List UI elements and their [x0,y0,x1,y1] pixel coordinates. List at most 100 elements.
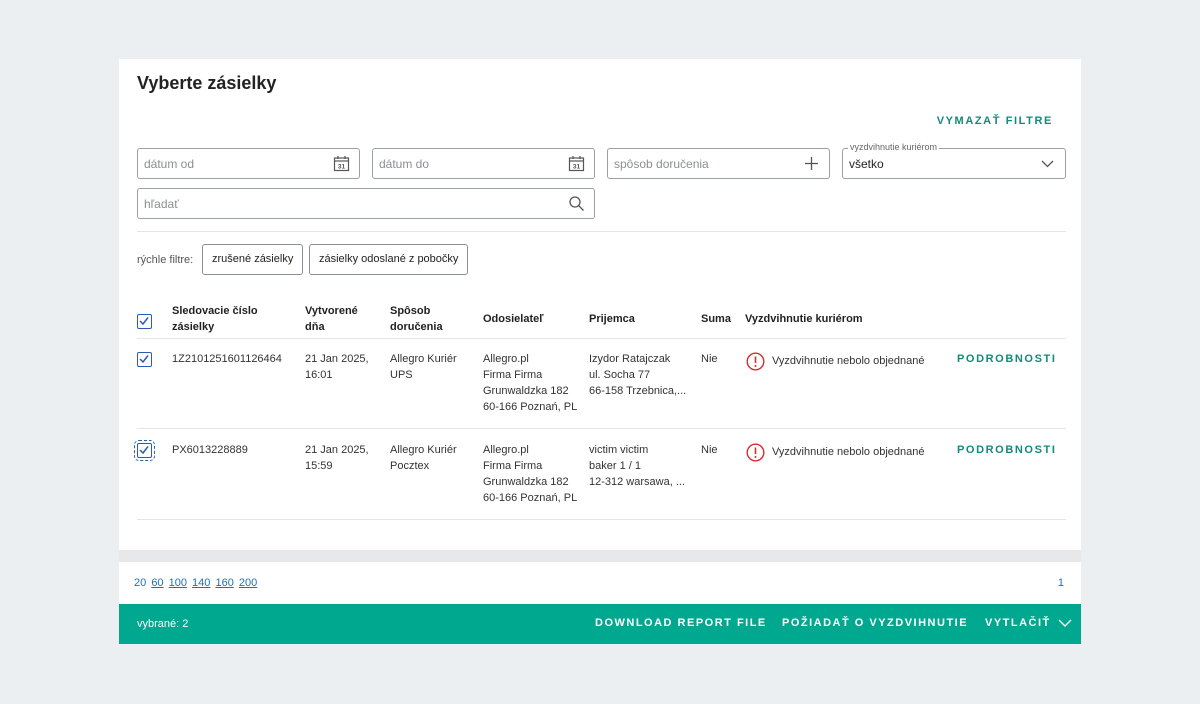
tracking-number: PX6013228889 [172,444,248,456]
header-divider [137,338,1066,339]
delivery-method-placeholder: spôsob doručenia [614,157,709,171]
sender-line: Grunwaldzka 182 [483,476,569,488]
header-sender[interactable]: Odosielateľ [483,311,543,327]
courier-pickup-legend: vyzdvihnutie kuriérom [848,142,940,152]
tracking-number: 1Z2101251601126464 [172,353,282,365]
amount-value: Nie [701,444,718,456]
checkbox-checked-icon [139,355,149,364]
date-to-placeholder: dátum do [379,157,430,171]
date-from-field[interactable]: dátum od 31 [137,148,360,179]
calendar-icon[interactable]: 31 [333,155,350,172]
header-tracking[interactable]: Sledovacie číslo zásielky [172,303,258,335]
header-tracking-line1: Sledovacie číslo [172,305,258,317]
selected-count: vybrané: 2 [137,618,189,630]
plus-icon[interactable] [803,155,820,172]
row-divider [137,519,1066,520]
quick-filter-cancelled[interactable]: zrušené zásielky [202,244,304,275]
page-size-option[interactable]: 60 [151,577,163,589]
page-size-option[interactable]: 100 [169,577,187,589]
recipient-line: victim victim [589,444,649,456]
header-delivery-line1: Spôsob [390,305,431,317]
details-link[interactable]: PODROBNOSTI [957,444,1057,456]
recipient-line: baker 1 / 1 [589,460,641,472]
delivery-method: Allegro Kuriér UPS [390,351,457,383]
search-icon[interactable] [568,195,585,212]
sender-line: 60-166 Poznań, PL [483,492,578,504]
details-link[interactable]: PODROBNOSTI [957,353,1057,365]
recipient-line: 66-158 Trzebnica,... [589,385,687,397]
row-checkbox[interactable] [134,440,155,461]
action-footer: vybrané: 2 DOWNLOAD REPORT FILE POŽIADAŤ… [119,604,1081,644]
header-delivery[interactable]: Spôsob doručenia [390,303,443,335]
svg-text:31: 31 [338,164,346,171]
courier-pickup-select[interactable]: vyzdvihnutie kuriérom všetko [842,142,1066,179]
recipient-address: victim victim baker 1 / 1 12-312 warsawa… [589,442,685,490]
warning-icon [746,443,765,462]
sender-address: Allegro.pl Firma Firma Grunwaldzka 182 6… [483,442,577,506]
checkbox-checked-icon [139,317,149,326]
page-size-options: 20 60 100 140 160 200 [134,577,259,589]
filter-divider [137,231,1066,232]
header-created[interactable]: Vytvorené dňa [305,303,358,335]
row-checkbox[interactable] [137,352,152,367]
created-date-line: 21 Jan 2025, [305,353,369,365]
sender-address: Allegro.pl Firma Firma Grunwaldzka 182 6… [483,351,577,415]
search-input[interactable]: hľadať [137,188,595,219]
courier-pickup-value: všetko [849,157,884,171]
page-title: Vyberte zásielky [137,73,277,93]
section-gap [119,550,1081,562]
header-tracking-line2: zásielky [172,321,215,333]
checkbox-checked-icon [139,446,149,455]
delivery-method: Allegro Kuriér Pocztex [390,442,457,474]
download-report-button[interactable]: DOWNLOAD REPORT FILE [595,617,767,629]
date-to-field[interactable]: dátum do 31 [372,148,595,179]
page-size-option[interactable]: 200 [239,577,257,589]
created-date: 21 Jan 2025, 16:01 [305,351,369,383]
pickup-status: Vyzdvihnutie nebolo objednané [772,355,925,367]
delivery-method-field[interactable]: spôsob doručenia [607,148,830,179]
created-date: 21 Jan 2025, 15:59 [305,442,369,474]
quick-filters-label: rýchle filtre: [137,254,194,266]
header-created-line1: Vytvorené [305,305,358,317]
header-created-line2: dňa [305,321,325,333]
date-from-placeholder: dátum od [144,157,195,171]
header-amount[interactable]: Suma [701,311,731,327]
warning-icon [746,352,765,371]
sender-line: Firma Firma [483,369,543,381]
select-all-checkbox[interactable] [137,314,152,329]
page-size-option[interactable]: 160 [215,577,233,589]
shipment-selection-panel: Vyberte zásielky VYMAZAŤ FILTRE dátum od… [119,59,1081,550]
pickup-status: Vyzdvihnutie nebolo objednané [772,446,925,458]
amount-value: Nie [701,353,718,365]
header-pickup[interactable]: Vyzdvihnutie kuriérom [745,311,863,327]
recipient-line: Izydor Ratajczak [589,353,671,365]
header-recipient[interactable]: Prijemca [589,311,635,327]
sender-line: Allegro.pl [483,353,529,365]
recipient-line: ul. Socha 77 [589,369,651,381]
page-size-option-current[interactable]: 20 [134,577,146,589]
calendar-icon[interactable]: 31 [568,155,585,172]
current-page[interactable]: 1 [1058,577,1064,589]
chevron-down-icon [1058,619,1072,628]
created-date-line: 21 Jan 2025, [305,444,369,456]
row-divider [137,428,1066,429]
print-button[interactable]: VYTLAČIŤ [985,617,1072,629]
chevron-down-icon[interactable] [1039,155,1056,172]
sender-line: Allegro.pl [483,444,529,456]
delivery-service: UPS [390,369,413,381]
request-pickup-button[interactable]: POŽIADAŤ O VYZDVIHNUTIE [782,617,968,629]
svg-text:31: 31 [573,164,581,171]
quick-filter-sent-from-branch[interactable]: zásielky odoslané z pobočky [309,244,469,275]
pagination-bar: 20 60 100 140 160 200 1 [119,562,1081,604]
sender-line: Firma Firma [483,460,543,472]
page-size-option[interactable]: 140 [192,577,210,589]
delivery-carrier: Allegro Kuriér [390,444,457,456]
recipient-address: Izydor Ratajczak ul. Socha 77 66-158 Trz… [589,351,686,399]
print-label: VYTLAČIŤ [985,617,1051,629]
sender-line: Grunwaldzka 182 [483,385,569,397]
delivery-carrier: Allegro Kuriér [390,353,457,365]
clear-filters-button[interactable]: VYMAZAŤ FILTRE [937,115,1053,127]
delivery-service: Pocztex [390,460,430,472]
header-delivery-line2: doručenia [390,321,443,333]
recipient-line: 12-312 warsawa, ... [589,476,685,488]
